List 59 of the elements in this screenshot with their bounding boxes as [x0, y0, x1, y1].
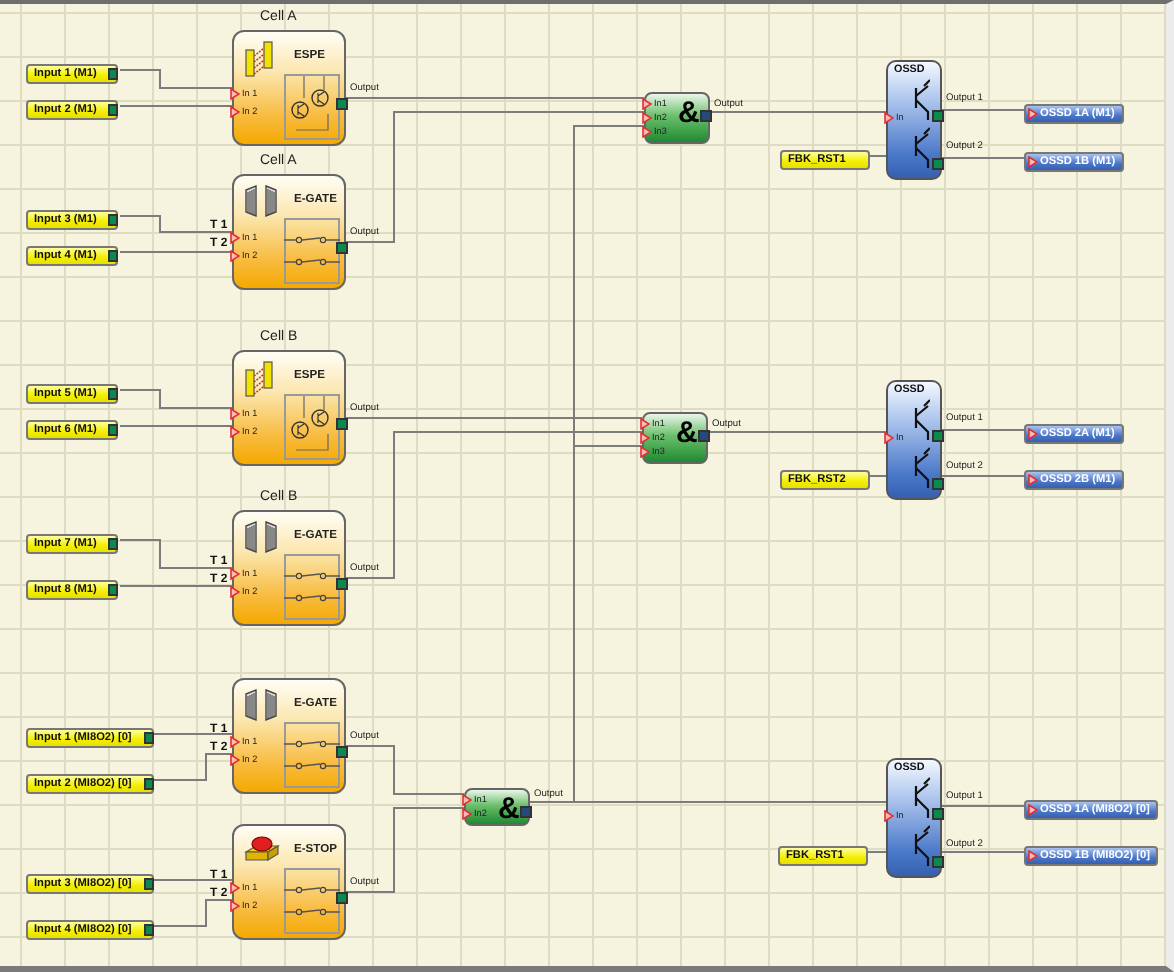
- input-port-icon[interactable]: [1028, 804, 1038, 816]
- wire-line: [941, 109, 1025, 111]
- wire-line: [153, 753, 233, 781]
- switch-schematic-drawing: [284, 722, 340, 788]
- gate-icon: [244, 184, 280, 218]
- wire-line: [941, 157, 1025, 159]
- wire-line: [941, 429, 1025, 431]
- switch-schematic-drawing: [284, 554, 340, 620]
- input-port-icon[interactable]: [1028, 156, 1038, 168]
- output-port-icon[interactable]: [932, 110, 944, 122]
- switch-schematic-drawing: [284, 218, 340, 284]
- input-port-icon[interactable]: [1028, 850, 1038, 862]
- wire-line: [869, 475, 887, 477]
- transistor-schematic-drawing: [284, 74, 340, 140]
- output-port-icon[interactable]: [932, 856, 944, 868]
- input-port-icon[interactable]: [884, 809, 894, 821]
- wire-line: [153, 733, 233, 735]
- wire-line: [119, 425, 233, 427]
- output-port-icon[interactable]: [336, 746, 348, 758]
- output-port-icon[interactable]: [932, 158, 944, 170]
- transistor-schematic-drawing: [284, 394, 340, 460]
- gate-icon: [244, 520, 280, 554]
- wire-line: [119, 389, 233, 409]
- wire-line: [941, 475, 1025, 477]
- wire-line: [869, 155, 887, 157]
- emergency-stop-icon: [244, 834, 280, 862]
- output-port-icon[interactable]: [932, 430, 944, 442]
- wire-line: [153, 879, 233, 881]
- wire-line: [345, 807, 465, 893]
- output-port-icon[interactable]: [336, 892, 348, 904]
- input-port-icon[interactable]: [884, 111, 894, 123]
- wire-line: [119, 585, 233, 587]
- output-port-icon[interactable]: [336, 418, 348, 430]
- wire-line: [119, 215, 233, 233]
- light-curtain-icon: [244, 360, 276, 398]
- output-port-icon[interactable]: [336, 98, 348, 110]
- wire-line: [153, 899, 233, 927]
- switch-schematic-drawing: [284, 868, 340, 934]
- wire-line: [119, 105, 233, 107]
- and-symbol: &: [676, 416, 698, 450]
- wire-line: [119, 251, 233, 253]
- output-port-icon[interactable]: [336, 578, 348, 590]
- and-symbol: &: [498, 792, 520, 826]
- wire-line: [941, 805, 1025, 807]
- output-port-icon[interactable]: [336, 242, 348, 254]
- input-port-icon[interactable]: [1028, 428, 1038, 440]
- gate-icon: [244, 688, 280, 722]
- input-port-icon[interactable]: [1028, 108, 1038, 120]
- input-port-icon[interactable]: [884, 431, 894, 443]
- light-curtain-icon: [244, 40, 276, 78]
- wire-line: [119, 539, 233, 569]
- and-symbol: &: [678, 96, 700, 130]
- input-port-icon[interactable]: [1028, 474, 1038, 486]
- output-port-icon[interactable]: [932, 478, 944, 490]
- wire-line: [941, 851, 1025, 853]
- wire-line: [119, 69, 233, 89]
- wire-line: [345, 745, 465, 795]
- wire-line: [867, 851, 887, 853]
- output-port-icon[interactable]: [932, 808, 944, 820]
